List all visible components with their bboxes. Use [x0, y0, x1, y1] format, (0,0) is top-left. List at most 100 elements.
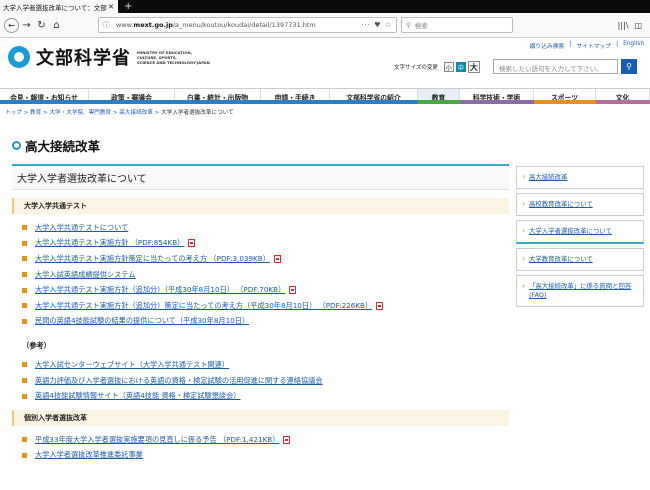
section-title: 大学入学者選抜改革について — [12, 164, 509, 190]
list-item: 大学入学共通テストについて — [22, 220, 509, 236]
link-list-individual: 平成33年度大学入学者選抜実施要項の見直しに係る予告 （PDF:1,421KB）… — [22, 432, 509, 463]
toplink-sep: | — [616, 41, 619, 47]
list-item: 大学入学共通テスト実施方針策定に当たっての考え方 （PDF:3,039KB） — [22, 251, 509, 267]
link-list-reference: 大学入試センターウェブサイト（大学入学共通テスト関連） 英語力評価及び入学者選抜… — [22, 357, 509, 404]
content-link[interactable]: 大学入学共通テスト実施方針（追加分）策定に当たっての考え方（平成30年8月10日… — [35, 301, 372, 311]
toplink-sitemap[interactable]: サイトマップ — [576, 41, 611, 50]
side-nav-koudai[interactable]: 高大接続改革 — [516, 166, 644, 189]
content-link[interactable]: 大学入試英語成績提供システム — [35, 270, 135, 280]
gnav-color-strip — [0, 100, 650, 104]
reference-heading: （参考） — [22, 341, 51, 351]
list-item: 大学入学共通テスト実施方針（追加分）策定に当たっての考え方（平成30年8月10日… — [22, 298, 509, 314]
browser-search-input[interactable]: ⚲ 検索 — [401, 17, 513, 33]
bullet-icon — [22, 287, 27, 293]
list-item: 大学入学共通テスト実施方針 （PDF:854KB） — [22, 236, 509, 252]
site-search-button[interactable]: ⚲ — [621, 59, 637, 74]
arrow-right-icon: → — [22, 19, 31, 31]
content-link[interactable]: 大学入学共通テスト実施方針策定に当たっての考え方 （PDF:3,039KB） — [35, 254, 270, 264]
search-icon: ⚲ — [626, 62, 632, 71]
side-nav: 高大接続改革 高校教育改革について 大学入学者選抜改革について 大学教育改革につ… — [516, 166, 644, 311]
bullet-icon — [22, 303, 27, 309]
gnav-strip-segment — [0, 100, 418, 104]
bullet-icon — [22, 393, 27, 399]
list-item: 大学入試センターウェブサイト（大学入学共通テスト関連） — [22, 357, 509, 373]
font-size-label: 文字サイズの変更 — [394, 65, 438, 71]
sidebar-icon[interactable]: ◫ — [634, 21, 642, 30]
subsection-individual: 個別入学者選抜改革 — [12, 409, 509, 426]
bullet-icon — [22, 378, 27, 384]
content-link[interactable]: 大学入学共通テスト実施方針（追加分）（平成30年8月10日） （PDF:70KB… — [35, 285, 285, 295]
toplink-search[interactable]: 綴り込み検索 — [530, 41, 565, 50]
side-nav-faq[interactable]: 「高大接続改革」に係る質問と回答(FAQ) — [516, 275, 644, 307]
bullet-icon — [22, 225, 27, 231]
info-icon[interactable]: ⓘ — [103, 20, 110, 30]
breadcrumb-education[interactable]: 教育 — [30, 110, 41, 116]
toplink-english[interactable]: English — [623, 41, 644, 50]
site-search-input[interactable]: 検索したい語句を入力して下さい。 — [493, 59, 618, 74]
url-bar[interactable]: ⓘ www.mext.go.jp/a_menu/koutou/koudai/de… — [98, 17, 397, 33]
breadcrumb-university[interactable]: 大学・大学院、専門教育 — [50, 110, 112, 116]
arrow-left-icon: ← — [8, 20, 15, 30]
content-link[interactable]: 英語力評価及び入学者選抜における英語の資格・検定試験の活用促進に関する連絡協議会 — [35, 376, 323, 386]
font-size-small-button[interactable]: 小 — [443, 62, 454, 72]
link-list-common-test: 大学入学共通テストについて 大学入学共通テスト実施方針 （PDF:854KB） … — [22, 220, 509, 329]
side-nav-admission[interactable]: 大学入学者選抜改革について — [516, 220, 644, 244]
browser-navbar: ← → ↻ ⌂ ⓘ www.mext.go.jp/a_menu/koutou/k… — [0, 13, 650, 38]
page-actions-icon[interactable]: ··· ♥ ☆ — [361, 21, 392, 29]
bullet-icon — [22, 362, 27, 368]
pdf-icon — [289, 286, 297, 295]
content-link[interactable]: 大学入試センターウェブサイト（大学入学共通テスト関連） — [35, 360, 229, 370]
browser-tab[interactable]: 大学入学者選抜改革について：文部 ✕ — [0, 0, 118, 13]
pdf-icon — [376, 301, 384, 310]
list-item: 大学入学共通テスト実施方針（追加分）（平成30年8月10日） （PDF:70KB… — [22, 282, 509, 298]
pdf-icon — [188, 239, 196, 248]
content-link[interactable]: 大学入学共通テストについて — [35, 223, 128, 233]
list-item: 民間の英語4技能試験の結果の提供について（平成30年8月10日） — [22, 314, 509, 330]
pdf-icon — [283, 435, 291, 444]
content-link[interactable]: 大学入学者選抜改革推進委託事業 — [35, 450, 143, 460]
page-title: 高大接続改革 — [25, 139, 101, 154]
back-button[interactable]: ← — [4, 17, 19, 33]
logo-english: MINISTRY OF EDUCATION, CULTURE, SPORTS, … — [137, 49, 210, 65]
home-icon: ⌂ — [53, 19, 60, 31]
logo-mark-icon — [8, 46, 30, 68]
content-link[interactable]: 英語4技能試験情報サイト（英語4技能 資格・検定試験懇談会） — [35, 391, 241, 401]
bullet-icon — [22, 437, 27, 443]
circle-bullet-icon — [12, 141, 21, 150]
content-link[interactable]: 平成33年度大学入学者選抜実施要項の見直しに係る予告 （PDF:1,421KB） — [35, 435, 279, 445]
breadcrumb-top[interactable]: トップ — [5, 110, 22, 116]
site-logo[interactable]: 文部科学省 MINISTRY OF EDUCATION, CULTURE, SP… — [8, 44, 210, 70]
gnav-strip-segment — [418, 100, 460, 104]
forward-button[interactable]: → — [19, 20, 34, 31]
pdf-icon — [273, 254, 281, 263]
page-title-block: 高大接続改革 — [12, 136, 100, 155]
breadcrumb-current: 大学入学者選抜改革について — [161, 110, 234, 116]
content-link[interactable]: 民間の英語4技能試験の結果の提供について（平成30年8月10日） — [35, 316, 249, 326]
url-text: www.mext.go.jp/a_menu/koutou/koudai/deta… — [116, 21, 316, 29]
toolbar-right: |||\ ◫ — [618, 21, 646, 30]
list-item: 大学入学者選抜改革推進委託事業 — [22, 448, 509, 464]
breadcrumb: トップ > 教育 > 大学・大学院、専門教育 > 高大接続改革 > 大学入学者選… — [5, 110, 234, 116]
content-link[interactable]: 大学入学共通テスト実施方針 （PDF:854KB） — [35, 238, 184, 248]
subsection-common-test: 大学入学共通テスト — [12, 198, 509, 214]
gnav-strip-segment — [596, 100, 650, 104]
side-nav-university[interactable]: 大学教育改革について — [516, 248, 644, 271]
font-size-control: 文字サイズの変更 小 中 大 — [394, 61, 480, 73]
list-item: 英語4技能試験情報サイト（英語4技能 資格・検定試験懇談会） — [22, 388, 509, 404]
browser-tabbar: 大学入学者選抜改革について：文部 ✕ + — [0, 0, 650, 13]
new-tab-button[interactable]: + — [118, 0, 138, 13]
library-icon[interactable]: |||\ — [618, 21, 629, 30]
font-size-medium-button[interactable]: 中 — [455, 62, 466, 72]
bullet-icon — [22, 452, 27, 458]
home-button[interactable]: ⌂ — [49, 20, 64, 31]
reload-button[interactable]: ↻ — [34, 20, 49, 31]
list-item: 英語力評価及び入学者選抜における英語の資格・検定試験の活用促進に関する連絡協議会 — [22, 373, 509, 389]
reload-icon: ↻ — [37, 19, 46, 31]
font-size-large-button[interactable]: 大 — [467, 61, 480, 73]
bullet-icon — [22, 272, 27, 278]
side-nav-high-school[interactable]: 高校教育改革について — [516, 193, 644, 216]
breadcrumb-koudai[interactable]: 高大接続改革 — [119, 110, 153, 116]
list-item: 平成33年度大学入学者選抜実施要項の見直しに係る予告 （PDF:1,421KB） — [22, 432, 509, 448]
toplink-sep: | — [569, 41, 572, 47]
close-icon[interactable]: ✕ — [108, 3, 118, 11]
